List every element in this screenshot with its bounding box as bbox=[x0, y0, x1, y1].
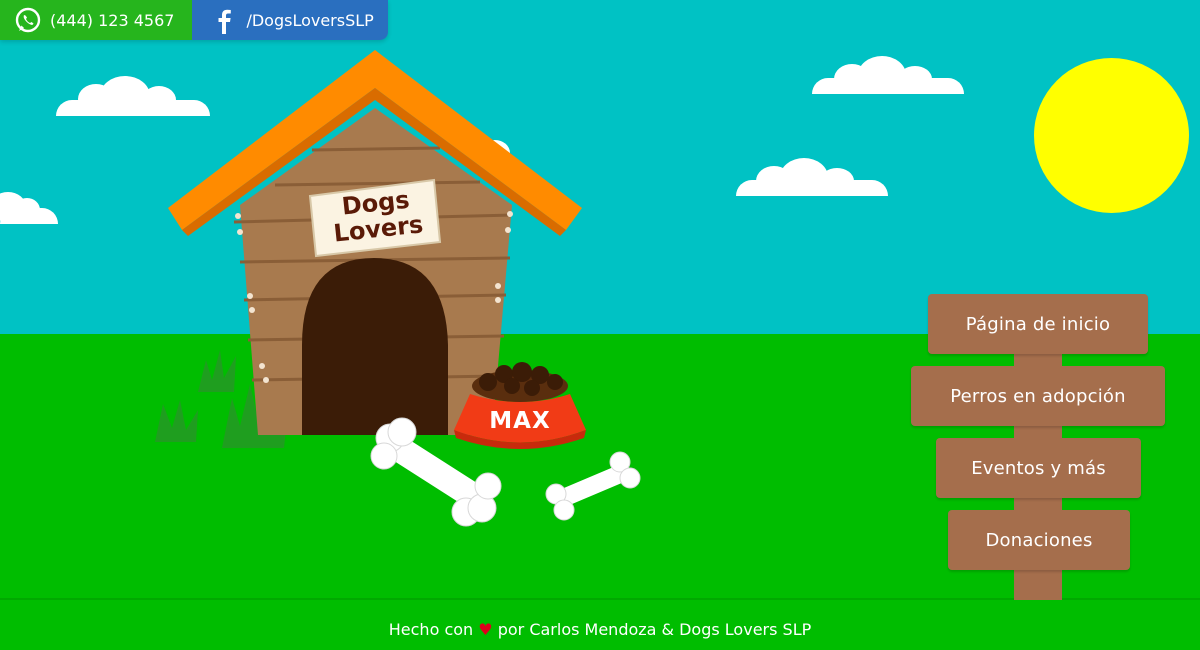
sign-text: Dogs Lovers bbox=[316, 184, 439, 248]
heart-icon: ♥ bbox=[478, 620, 493, 639]
nav-donations-label: Donaciones bbox=[985, 529, 1093, 551]
dog-bone bbox=[545, 451, 641, 521]
footer-credits: por Carlos Mendoza & Dogs Lovers SLP bbox=[497, 620, 812, 639]
nav-donations[interactable]: Donaciones bbox=[948, 510, 1130, 570]
nav-adoption[interactable]: Perros en adopción bbox=[911, 366, 1165, 426]
nav-events[interactable]: Eventos y más bbox=[936, 438, 1141, 498]
nav-adoption-label: Perros en adopción bbox=[950, 385, 1126, 407]
nav-home[interactable]: Página de inicio bbox=[928, 294, 1148, 354]
bowl-label: MAX bbox=[489, 408, 551, 434]
footer-prefix: Hecho con bbox=[388, 620, 474, 639]
nav-home-label: Página de inicio bbox=[965, 313, 1111, 335]
footer: Hecho con ♥ por Carlos Mendoza & Dogs Lo… bbox=[0, 620, 1200, 639]
nav-events-label: Eventos y más bbox=[971, 457, 1106, 479]
